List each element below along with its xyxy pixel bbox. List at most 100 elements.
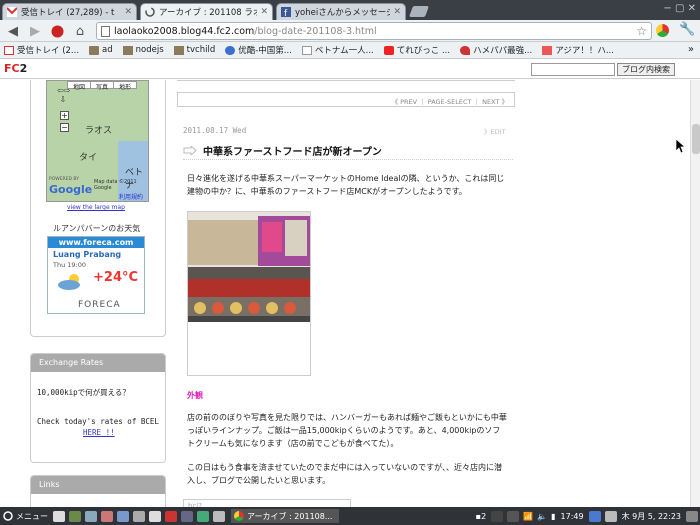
app-icon[interactable] [117, 510, 129, 522]
gmail-icon [4, 45, 14, 55]
workspace-indicator[interactable]: ▪ 2 [473, 509, 490, 523]
post-date: 2011.08.17 Wed [183, 126, 247, 135]
bookmark-item[interactable]: tvchild [173, 45, 215, 55]
folder-icon [122, 45, 133, 55]
fc2-logo[interactable]: FC2 [4, 62, 27, 75]
taskbar-window-chrome[interactable]: アーカイブ : 201108... [231, 509, 339, 523]
map-type-terrain[interactable]: 地形 [114, 82, 136, 91]
new-tab-button[interactable] [408, 6, 430, 17]
taskbar-window-label: アーカイブ : 201108... [247, 511, 333, 521]
more-bookmarks-icon[interactable]: » [688, 44, 694, 55]
zoom-in-button[interactable]: + [60, 111, 69, 120]
tab-archive[interactable]: アーカイブ : 201108 ラオ ✕ [140, 3, 273, 20]
bookmark-item[interactable]: ハメパパ最強... [460, 44, 532, 56]
url-path: /blog-date-201108-3.html [254, 25, 377, 37]
weather-temp: +24°C [93, 270, 139, 285]
app-launcher-icon[interactable] [53, 510, 65, 522]
window-controls[interactable]: − ▢ ✕ [663, 3, 696, 14]
map-label: ラオス [85, 126, 113, 136]
view-large-map-link[interactable]: view the large map [67, 204, 125, 211]
google-map[interactable]: 地図 写真 地形 ⇦⇨ ⇩ + − ラオス タイ ベトナ POWERED BY … [46, 80, 149, 202]
clock-date[interactable]: 木 9月 5, 22:23 [619, 509, 684, 523]
page-scrollbar[interactable] [690, 80, 700, 507]
map-type-buttons[interactable]: 地図 写真 地形 [67, 81, 137, 91]
bookmark-label: アジア！！ハ... [555, 46, 614, 56]
close-tab-icon[interactable]: ✕ [124, 7, 132, 17]
exchange-rates-box: Exchange Rates 10,000kipで何が買える？ Check to… [30, 353, 166, 463]
app-icon[interactable] [149, 510, 161, 522]
power-icon[interactable] [686, 510, 698, 522]
extension-icon[interactable] [656, 24, 669, 37]
bookmark-item[interactable]: nodejs [122, 45, 164, 55]
app-icon[interactable] [133, 510, 145, 522]
map-pan-controls[interactable]: ⇦⇨ ⇩ [57, 86, 70, 104]
map-terms-link[interactable]: 利用規約 [119, 192, 143, 201]
bookmark-item[interactable]: てれびっこ ... [383, 44, 450, 56]
post-title[interactable]: 中華系ファーストフード店が新オープン [183, 142, 513, 160]
app-icon[interactable] [197, 510, 209, 522]
tray-icon[interactable] [507, 510, 520, 522]
page-icon [101, 25, 110, 37]
gmail-icon [7, 7, 17, 17]
weather-city: Luang Prabang [53, 250, 122, 259]
page-icon [301, 45, 312, 55]
tray-icon[interactable] [604, 510, 617, 522]
tab-facebook[interactable]: f yoheiさんからメッセージ ✕ [276, 3, 406, 20]
files-icon[interactable] [85, 510, 97, 522]
volume-icon[interactable]: 🔈 [537, 512, 547, 521]
zoom-out-button[interactable]: − [60, 123, 69, 132]
map-type-photo[interactable]: 写真 [91, 82, 114, 91]
stop-button[interactable] [48, 22, 66, 40]
battery-icon[interactable]: ▮ [551, 512, 555, 521]
address-bar[interactable]: laolaoko2008.blog44.fc2.com/blog-date-20… [96, 22, 652, 40]
back-button[interactable]: ◀ [4, 22, 22, 40]
tab-label: アーカイブ : 201108 ラオ [159, 8, 258, 18]
filezilla-icon[interactable] [165, 510, 177, 522]
bookmark-label: ハメパパ最強... [473, 46, 533, 56]
weather-site: www.foreca.com [48, 237, 144, 248]
taskbar: メニュー アーカイブ : 201108... ▪ 2 📶 🔈 ▮ 17:49 木 … [0, 507, 700, 525]
bookmark-item[interactable]: アジア！！ハ... [542, 44, 614, 56]
app-icon[interactable] [181, 510, 193, 522]
start-menu-button[interactable]: メニュー [0, 509, 51, 523]
loading-icon [145, 7, 155, 17]
wrench-icon[interactable]: 🔧 [679, 22, 695, 37]
google-logo: Google [49, 183, 93, 196]
home-button[interactable]: ⌂ [71, 22, 89, 40]
map-label: タイ [79, 153, 98, 163]
bookmark-label: ad [102, 45, 113, 55]
map-type-map[interactable]: 地図 [68, 82, 91, 91]
close-tab-icon[interactable]: ✕ [393, 7, 401, 17]
facebook-icon: f [281, 7, 291, 17]
bookmark-item[interactable]: 受信トレイ (2... [4, 44, 79, 56]
app-icon[interactable] [213, 510, 225, 522]
clock-time[interactable]: 17:49 [558, 509, 587, 523]
post-edit-link[interactable]: 》EDIT [484, 126, 506, 136]
tab-label: yoheiさんからメッセージ [295, 8, 391, 18]
divider [177, 80, 515, 81]
scrollbar-thumb[interactable] [692, 124, 700, 154]
fc2-header: FC2 ブログ内検索 [0, 59, 700, 79]
tray-icon[interactable] [491, 510, 504, 522]
wifi-icon[interactable]: 📶 [523, 512, 533, 521]
app-icon[interactable] [101, 510, 113, 522]
foreca-logo: FORECA [78, 300, 121, 310]
post-navigation[interactable]: 《 PREV ｜ PAGE-SELECT ｜ NEXT 》 [177, 92, 515, 107]
exchange-link[interactable]: HERE !! [83, 428, 115, 437]
tab-gmail[interactable]: 受信トレイ (27,289) - t ✕ [2, 3, 137, 20]
bookmark-item[interactable]: ベトナム一人... [301, 44, 374, 56]
blog-search-button[interactable]: ブログ内検索 [617, 63, 675, 76]
logo-suffix: 2 [19, 62, 28, 75]
weather-widget[interactable]: www.foreca.com Luang Prabang Thu 19:00 +… [47, 236, 145, 314]
exchange-question: 10,000kipで何が買える？ [37, 388, 130, 397]
bookmark-item[interactable]: ad [89, 45, 113, 55]
close-tab-icon[interactable]: ✕ [260, 7, 268, 17]
bookmark-star-icon[interactable]: ☆ [636, 24, 647, 38]
blog-search-input[interactable] [531, 63, 615, 76]
bookmark-item[interactable]: 优酷-中国第... [225, 44, 292, 56]
chrome-icon [234, 511, 244, 521]
tray-icon[interactable] [588, 510, 601, 522]
storefront-photo[interactable] [187, 211, 311, 376]
forward-button[interactable]: ▶ [26, 22, 44, 40]
terminal-icon[interactable] [69, 510, 81, 522]
